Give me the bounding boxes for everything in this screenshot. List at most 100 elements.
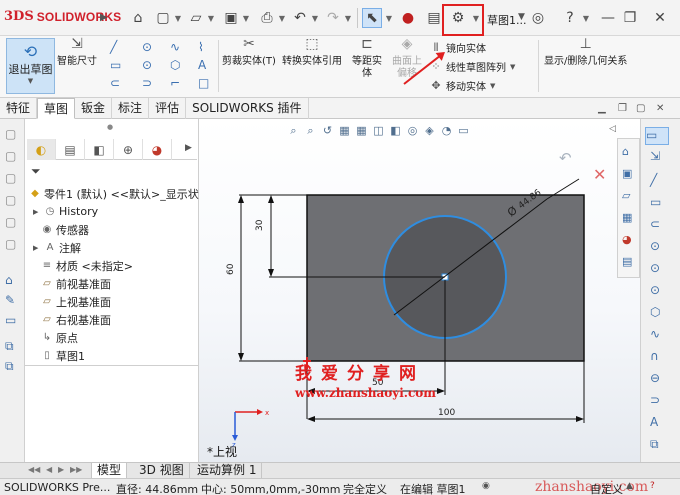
doc-minimize-icon[interactable]: ▁ bbox=[598, 103, 606, 114]
save-icon[interactable]: ▣ bbox=[221, 8, 241, 28]
tab-evaluate[interactable]: 评估 bbox=[149, 98, 187, 119]
mirror-tool-icon[interactable]: ⧉ bbox=[650, 437, 659, 452]
tool-icon-5[interactable]: ▢ bbox=[5, 215, 16, 229]
logo-menu-arrow-icon[interactable]: ▶ bbox=[100, 12, 108, 23]
tree-item-material[interactable]: ≡ 材质 <未指定> bbox=[41, 257, 133, 274]
tab-model[interactable]: 模型 bbox=[91, 463, 128, 479]
file-explorer-icon[interactable]: ▱ bbox=[622, 189, 630, 202]
redo-dropdown-icon[interactable]: ▼ bbox=[344, 8, 352, 28]
move-entities-button[interactable]: ✥ 移动实体 ▼ bbox=[430, 78, 495, 93]
rectangle-icon[interactable]: ▭ bbox=[110, 58, 121, 72]
circle-icon[interactable]: ⊙ bbox=[142, 40, 152, 54]
redo-icon[interactable]: ↷ bbox=[323, 8, 343, 28]
status-units[interactable]: 自定义 bbox=[590, 481, 623, 495]
appearances-icon[interactable]: ◕ bbox=[622, 233, 632, 246]
polygon-icon[interactable]: ⬡ bbox=[170, 58, 180, 72]
tree-item-history[interactable]: ▶ ◷ History bbox=[33, 203, 98, 220]
smart-dimension-button[interactable]: ⇲ 智能尺寸 bbox=[57, 37, 97, 68]
tab-addins[interactable]: SOLIDWORKS 插件 bbox=[186, 98, 309, 119]
open-icon[interactable]: ▱ bbox=[186, 8, 206, 28]
arc-tool-icon[interactable]: ⊙ bbox=[650, 283, 660, 297]
fillet-tool-icon[interactable]: ⊃ bbox=[650, 393, 660, 407]
tool-icon-1[interactable]: ▢ bbox=[5, 127, 16, 141]
convert-entities-button[interactable]: ⬚ 转换实体引用 bbox=[282, 37, 342, 68]
sketch-tool-icon-5[interactable]: ⧉ bbox=[5, 359, 14, 374]
trim-entities-button[interactable]: ✂ 剪裁实体(T) bbox=[222, 37, 276, 68]
view-palette-icon[interactable]: ▦ bbox=[622, 211, 632, 224]
fillet-icon[interactable]: ⊃ bbox=[142, 76, 152, 90]
ellipse-tool-icon[interactable]: ⊖ bbox=[650, 371, 660, 385]
slot-tool-icon[interactable]: ⊂ bbox=[650, 217, 660, 231]
select-dropdown-icon[interactable]: ▼ bbox=[385, 8, 393, 28]
tree-item-right-plane[interactable]: ▱ 右视基准面 bbox=[41, 311, 111, 328]
tree-item-sketch1[interactable]: ▯ 草图1 bbox=[41, 347, 85, 364]
tool-icon-2[interactable]: ▢ bbox=[5, 149, 16, 163]
expand-icon[interactable]: ▶ bbox=[33, 244, 41, 252]
tree-item-annotations[interactable]: ▶ A 注解 bbox=[33, 239, 81, 256]
next-tab-icon[interactable]: ▶ bbox=[58, 465, 64, 474]
sketch-tool-icon-3[interactable]: ▭ bbox=[5, 313, 16, 327]
help-icon[interactable]: ? bbox=[560, 8, 580, 28]
print-icon[interactable]: ⎙ bbox=[257, 8, 277, 28]
last-tab-icon[interactable]: ▶▶ bbox=[70, 465, 82, 474]
doc-close-icon[interactable]: ✕ bbox=[656, 103, 664, 114]
restore-icon[interactable]: ❐ bbox=[620, 8, 640, 28]
custom-properties-icon[interactable]: ▤ bbox=[622, 255, 632, 268]
line-icon[interactable]: ╱ bbox=[110, 40, 117, 54]
dimxpert-tab-icon[interactable]: ⊕ bbox=[114, 139, 143, 160]
tool-icon-4[interactable]: ▢ bbox=[5, 193, 16, 207]
select-icon[interactable]: ⬉ bbox=[362, 8, 382, 28]
expand-icon[interactable]: ▶ bbox=[33, 208, 41, 216]
minimize-icon[interactable]: — bbox=[598, 8, 618, 28]
rebuild-status-icon[interactable]: ◉ bbox=[482, 481, 490, 491]
fm-tabs-arrow-icon[interactable]: ▶ bbox=[185, 143, 192, 153]
sketch-tool-icon-1[interactable]: ⌂ bbox=[5, 273, 13, 287]
panel-handle-icon[interactable]: ● bbox=[107, 123, 113, 131]
arc-icon[interactable]: ⊙ bbox=[142, 58, 152, 72]
help-dropdown-icon[interactable]: ▼ bbox=[582, 8, 590, 28]
undo-icon[interactable]: ↶ bbox=[290, 8, 310, 28]
display-relations-button[interactable]: ⊥ 显示/删除几何关系 bbox=[544, 37, 627, 68]
mirror-entities-button[interactable]: ⫴ 镜向实体 bbox=[430, 40, 486, 56]
rebuild-icon[interactable]: ● bbox=[398, 8, 418, 28]
save-dropdown-icon[interactable]: ▼ bbox=[242, 8, 250, 28]
user-icon[interactable]: ◎ bbox=[528, 8, 548, 28]
perimeter-circle-tool-icon[interactable]: ⊙ bbox=[650, 261, 660, 275]
rectangle-tool-icon[interactable]: ▭ bbox=[650, 195, 661, 209]
sketch-tool-selected-icon[interactable]: ▭ bbox=[645, 127, 669, 145]
tool-icon-6[interactable]: ▢ bbox=[5, 237, 16, 251]
linear-pattern-dropdown-icon[interactable]: ▼ bbox=[510, 63, 515, 71]
sketch-canvas[interactable]: Ø 44.86 30 60 50 100 x z bbox=[199, 119, 640, 462]
line-tool-icon[interactable]: ╱ bbox=[650, 173, 657, 187]
undo-dropdown-icon[interactable]: ▼ bbox=[311, 8, 319, 28]
tree-item-top-plane[interactable]: ▱ 上视基准面 bbox=[41, 293, 111, 310]
text-icon[interactable]: A bbox=[198, 58, 206, 72]
slot-icon[interactable]: ⊂ bbox=[110, 76, 120, 90]
linear-pattern-button[interactable]: ⁘ 线性草图阵列 ▼ bbox=[430, 59, 515, 74]
units-dropdown-icon[interactable]: ▲ bbox=[626, 481, 633, 491]
doc-restore-icon[interactable]: ❐ bbox=[618, 103, 627, 114]
print-dropdown-icon[interactable]: ▼ bbox=[278, 8, 286, 28]
tree-root[interactable]: ◆ 零件1 (默认) <<默认>_显示状 bbox=[29, 185, 199, 202]
sketch-tool-icon-2[interactable]: ✎ bbox=[5, 293, 15, 307]
tab-features[interactable]: 特征 bbox=[0, 98, 38, 119]
configuration-tab-icon[interactable]: ◧ bbox=[85, 139, 114, 160]
tab-sheet-metal[interactable]: 钣金 bbox=[75, 98, 113, 119]
document-title-arrow-icon[interactable]: ▼ bbox=[518, 12, 525, 22]
tool-icon-3[interactable]: ▢ bbox=[5, 171, 16, 185]
plane-sketch-icon[interactable]: ⌐ bbox=[170, 76, 180, 90]
display-manager-tab-icon[interactable]: ◕ bbox=[143, 139, 172, 160]
new-dropdown-icon[interactable]: ▼ bbox=[174, 8, 182, 28]
conic-tool-icon[interactable]: ∩ bbox=[650, 349, 659, 363]
text-tool-icon[interactable]: A bbox=[650, 415, 658, 429]
tab-3d-views[interactable]: 3D 视图 bbox=[134, 463, 190, 479]
move-entities-dropdown-icon[interactable]: ▼ bbox=[490, 82, 495, 90]
feature-tree-tab-icon[interactable]: ◐ bbox=[27, 139, 56, 160]
solidworks-resources-icon[interactable]: ⌂ bbox=[622, 145, 629, 158]
offset-entities-button[interactable]: ⊏ 等距实体 bbox=[352, 37, 382, 80]
spline-tool-icon[interactable]: ∿ bbox=[650, 327, 660, 341]
smart-dim-tool-icon[interactable]: ⇲ bbox=[650, 149, 660, 163]
exit-sketch-button[interactable]: ⟲ 退出草图 ▼ bbox=[6, 38, 55, 94]
close-icon[interactable]: ✕ bbox=[650, 8, 670, 28]
graphics-area[interactable]: ⌕ ⌕ ↺ ▦ ▦ ◫ ◧ ◎ ◈ ◔ ▭ ◁ ↶ ✕ Ø 44.86 30 6… bbox=[199, 119, 640, 462]
